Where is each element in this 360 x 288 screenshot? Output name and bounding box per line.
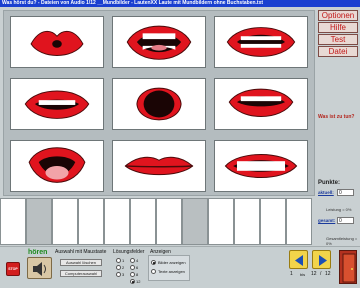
answer-slot[interactable] xyxy=(208,198,234,245)
menu-optionen-button[interactable]: Optionen xyxy=(318,10,358,21)
texte-anzeigen-radio[interactable] xyxy=(151,269,156,274)
gesamtleistung-label: Gesamtleistung = 0% xyxy=(326,236,358,246)
mouth-card-3[interactable] xyxy=(214,16,308,68)
door-icon xyxy=(342,253,356,283)
stop-button[interactable]: STOP xyxy=(6,262,20,276)
page-current: 1 xyxy=(290,271,293,277)
loesungsfelder-radio-12[interactable] xyxy=(130,279,135,284)
mouth-card-6[interactable] xyxy=(214,78,308,130)
loesungsfelder-radio-4[interactable] xyxy=(130,258,135,263)
radio-label: Texte anzeigen xyxy=(158,269,185,274)
answer-slot[interactable] xyxy=(104,198,130,245)
gesamt-field: 0 xyxy=(337,217,354,224)
leistung-label: Leistung = 0% xyxy=(326,207,352,212)
radio-label: 12 xyxy=(136,279,141,284)
answer-slot[interactable] xyxy=(130,198,156,245)
mouth-wide-icon xyxy=(226,27,296,57)
answer-slot[interactable] xyxy=(0,198,26,245)
gesamt-label: gesamt: xyxy=(318,218,336,223)
arrow-left-icon xyxy=(295,255,303,266)
radio-label: 2 xyxy=(122,265,125,270)
loesungsfelder-radio-8[interactable] xyxy=(130,272,135,277)
loesungsfelder-radio-3[interactable] xyxy=(116,272,121,277)
aktuell-field: 0 xyxy=(337,189,354,196)
mouth-kiss-icon xyxy=(30,30,84,56)
auswahl-loeschen-button[interactable]: Auswahl löschen xyxy=(60,259,102,266)
menu-hilfe-button[interactable]: Hilfe xyxy=(318,22,358,33)
mouth-teeth-closed-icon xyxy=(224,153,298,179)
answer-slot[interactable] xyxy=(52,198,78,245)
radio-label: 6 xyxy=(136,265,139,270)
loesungsfelder-radio-1[interactable] xyxy=(116,258,121,263)
mouth-grin-icon xyxy=(228,88,294,117)
answer-slot[interactable] xyxy=(286,198,312,245)
speaker-icon xyxy=(33,262,46,276)
loesungsfelder-radio-6[interactable] xyxy=(130,265,135,270)
answer-slot[interactable] xyxy=(182,198,208,245)
radio-label: Bilder anzeigen xyxy=(158,260,186,265)
answer-slot[interactable] xyxy=(156,198,182,245)
mouth-card-5[interactable] xyxy=(112,78,206,130)
mouth-open-teeth-icon xyxy=(126,25,192,60)
exit-door-icon[interactable] xyxy=(339,250,357,284)
answer-slots xyxy=(0,198,316,245)
prev-page-button[interactable] xyxy=(289,250,308,269)
mouth-tongue-icon xyxy=(28,147,86,183)
next-page-button[interactable] xyxy=(312,250,331,269)
radio-label: 8 xyxy=(136,272,139,277)
page-bis-label: bis xyxy=(300,272,306,277)
mouth-card-4[interactable] xyxy=(10,78,104,130)
mouth-card-9[interactable] xyxy=(214,140,308,192)
answer-slot[interactable] xyxy=(78,198,104,245)
mouth-round-open-icon xyxy=(136,87,182,121)
mouth-smile-teeth-icon xyxy=(24,90,90,119)
menu-panel: Optionen Hilfe Test Datei xyxy=(318,10,358,58)
computerauswahl-button[interactable]: Computerauswahl xyxy=(60,270,102,277)
auswahl-title: Auswahl mit Maustaste xyxy=(55,249,107,255)
points-title: Punkte: xyxy=(318,180,341,186)
anzeigen-group xyxy=(148,255,190,281)
page-separator: / xyxy=(320,271,322,277)
play-sound-button[interactable] xyxy=(27,257,52,279)
mouth-card-2[interactable] xyxy=(112,16,206,68)
mouth-card-1[interactable] xyxy=(10,16,104,68)
radio-label: 3 xyxy=(122,272,125,277)
bilder-anzeigen-radio[interactable] xyxy=(151,260,156,265)
mouth-card-8[interactable] xyxy=(112,140,206,192)
aktuell-label: aktuell: xyxy=(318,190,334,195)
page-total: 12 xyxy=(325,271,331,277)
page-to: 12 xyxy=(311,271,317,277)
answer-slot[interactable] xyxy=(234,198,260,245)
hoeren-label: hören xyxy=(28,249,48,256)
menu-datei-button[interactable]: Datei xyxy=(318,46,358,57)
picture-grid xyxy=(3,10,315,196)
loesungsfelder-title: Lösungsfelder xyxy=(113,249,145,255)
radio-label: 1 xyxy=(122,258,125,263)
menu-test-button[interactable]: Test xyxy=(318,34,358,45)
mouth-closed-icon xyxy=(124,156,194,176)
radio-label: 4 xyxy=(136,258,139,263)
arrow-right-icon xyxy=(319,255,327,266)
answer-slot[interactable] xyxy=(26,198,52,245)
help-question-link[interactable]: Was ist zu tun? xyxy=(318,114,354,120)
answer-slot[interactable] xyxy=(260,198,286,245)
loesungsfelder-radio-2[interactable] xyxy=(116,265,121,270)
window-title: Was hörst du? - Dateien von Audio 1\12 _… xyxy=(0,0,360,7)
mouth-card-7[interactable] xyxy=(10,140,104,192)
